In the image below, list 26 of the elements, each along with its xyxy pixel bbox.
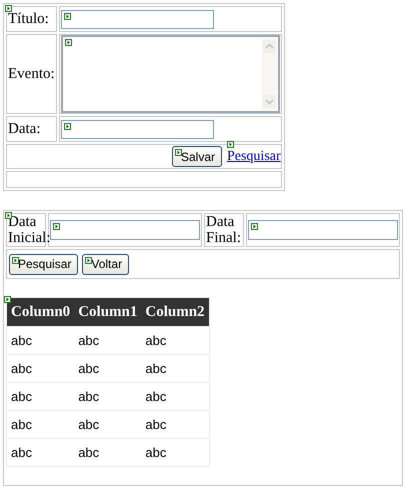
table-cell: abc: [141, 382, 209, 410]
table-cell: abc: [74, 354, 142, 382]
field-label: Evento:: [8, 66, 55, 82]
table-cell: abc: [7, 438, 74, 466]
field-label: Data Final:: [206, 214, 242, 246]
field-label: Data:: [8, 120, 40, 136]
column-header: Column2: [141, 298, 209, 326]
search-button[interactable]: Pesquisar: [9, 254, 78, 274]
table-cell: abc: [7, 382, 74, 410]
table-cell: abc: [141, 410, 209, 438]
save-button[interactable]: Salvar: [172, 146, 222, 167]
table-cell: abc: [7, 410, 74, 438]
table-cell: abc: [74, 438, 142, 466]
back-button[interactable]: Voltar: [82, 254, 130, 274]
field-label: Título:: [8, 10, 49, 26]
search-link[interactable]: Pesquisar: [226, 148, 281, 164]
table-cell: abc: [141, 438, 209, 466]
table-cell: abc: [141, 326, 209, 354]
table-cell: abc: [74, 410, 142, 438]
table-cell: abc: [7, 326, 74, 354]
table-cell: abc: [141, 354, 209, 382]
column-header: Column0: [7, 298, 74, 326]
table-cell: abc: [7, 354, 74, 382]
column-header: Column1: [74, 298, 142, 326]
table-cell: abc: [74, 326, 142, 354]
table-cell: abc: [74, 382, 142, 410]
